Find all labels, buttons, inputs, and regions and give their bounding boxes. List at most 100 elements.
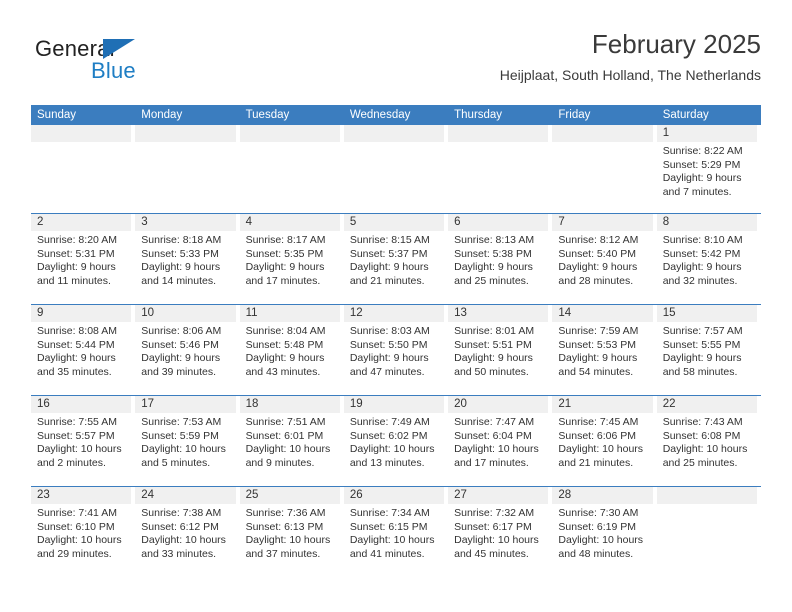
day-details: Sunrise: 8:08 AM Sunset: 5:44 PM Daylight:… bbox=[31, 322, 131, 379]
sunset-text: Sunset: 5:50 PM bbox=[349, 338, 428, 351]
calendar-day-cell[interactable]: 9 Sunrise: 8:08 AM Sunset: 5:44 PM Daylight… bbox=[31, 305, 135, 395]
calendar-day-cell[interactable]: 27 Sunrise: 7:32 AM Sunset: 6:17 PM Dayligh… bbox=[448, 487, 552, 577]
sunrise-text: Sunrise: 8:22 AM bbox=[662, 145, 743, 157]
generalblue-logo[interactable]: General Blue bbox=[31, 36, 241, 92]
daylight-text-line1: Daylight: 9 hours bbox=[141, 352, 221, 365]
sunset-text: Sunset: 5:35 PM bbox=[245, 247, 324, 260]
sunset-text: Sunset: 5:59 PM bbox=[141, 429, 219, 442]
calendar-day-cell[interactable]: 28 Sunrise: 7:30 AM Sunset: 6:19 PM Dayligh… bbox=[552, 487, 656, 577]
daylight-text-line1: Daylight: 10 hours bbox=[662, 443, 748, 456]
daylight-text-line1: Daylight: 9 hours bbox=[662, 352, 742, 365]
calendar-day-cell[interactable]: 2 Sunrise: 8:20 AM Sunset: 5:31 PM Daylight… bbox=[31, 214, 135, 304]
calendar-day-cell[interactable]: 3 Sunrise: 8:18 AM Sunset: 5:33 PM Daylight… bbox=[135, 214, 239, 304]
calendar-week-row: 9 Sunrise: 8:08 AM Sunset: 5:44 PM Daylight… bbox=[31, 304, 761, 395]
sunrise-text: Sunrise: 7:47 AM bbox=[454, 416, 535, 428]
calendar-day-cell[interactable]: 7 Sunrise: 8:12 AM Sunset: 5:40 PM Daylight… bbox=[552, 214, 656, 304]
calendar-body: 1 Sunrise: 8:22 AM Sunset: 5:29 PM Daylight… bbox=[31, 125, 761, 577]
daylight-text-line1: Daylight: 10 hours bbox=[454, 534, 539, 547]
sunset-text: Sunset: 6:17 PM bbox=[454, 520, 532, 533]
calendar-day-cell[interactable]: 4 Sunrise: 8:17 AM Sunset: 5:35 PM Daylight… bbox=[239, 214, 344, 304]
calendar-day-cell[interactable]: 16 Sunrise: 7:55 AM Sunset: 5:57 PM Dayligh… bbox=[31, 396, 135, 486]
day-number: 9 bbox=[31, 305, 132, 322]
calendar-day-cell[interactable]: 14 Sunrise: 7:59 AM Sunset: 5:53 PM Dayligh… bbox=[552, 305, 656, 395]
day-details: Sunrise: 8:17 AM Sunset: 5:35 PM Daylight:… bbox=[240, 231, 340, 288]
calendar-day-cell[interactable]: 5 Sunrise: 8:15 AM Sunset: 5:37 PM Daylight… bbox=[343, 214, 448, 304]
calendar-day-cell[interactable]: 23 Sunrise: 7:41 AM Sunset: 6:10 PM Dayligh… bbox=[31, 487, 135, 577]
sunset-text: Sunset: 5:53 PM bbox=[558, 338, 637, 351]
page-subtitle: Heijplaat, South Holland, The Netherland… bbox=[499, 67, 761, 83]
logo-text-blue: Blue bbox=[91, 58, 136, 83]
day-details bbox=[448, 142, 548, 145]
day-number bbox=[343, 125, 445, 142]
calendar-day-cell[interactable]: 19 Sunrise: 7:49 AM Sunset: 6:02 PM Dayligh… bbox=[343, 396, 448, 486]
daylight-text-line2: and 32 minutes. bbox=[662, 274, 738, 287]
calendar-day-cell[interactable]: 18 Sunrise: 7:51 AM Sunset: 6:01 PM Dayligh… bbox=[239, 396, 344, 486]
sunset-text: Sunset: 5:48 PM bbox=[245, 338, 324, 351]
calendar-day-cell[interactable]: 24 Sunrise: 7:38 AM Sunset: 6:12 PM Dayligh… bbox=[135, 487, 239, 577]
sunrise-text: Sunrise: 7:53 AM bbox=[141, 416, 222, 428]
sunrise-text: Sunrise: 8:15 AM bbox=[349, 234, 430, 246]
calendar-day-cell[interactable]: 21 Sunrise: 7:45 AM Sunset: 6:06 PM Dayligh… bbox=[552, 396, 656, 486]
sunset-text: Sunset: 5:29 PM bbox=[662, 158, 741, 171]
daylight-text-line2: and 29 minutes. bbox=[37, 547, 112, 560]
sunset-text: Sunset: 5:31 PM bbox=[37, 247, 115, 260]
calendar-day-cell[interactable]: 6 Sunrise: 8:13 AM Sunset: 5:38 PM Daylight… bbox=[448, 214, 552, 304]
sunset-text: Sunset: 5:40 PM bbox=[558, 247, 637, 260]
calendar-day-cell-empty bbox=[239, 125, 344, 213]
calendar-day-cell[interactable]: 20 Sunrise: 7:47 AM Sunset: 6:04 PM Dayligh… bbox=[448, 396, 552, 486]
daylight-text-line1: Daylight: 10 hours bbox=[37, 443, 122, 456]
day-number: 17 bbox=[135, 396, 236, 413]
calendar-day-cell-empty bbox=[135, 125, 239, 213]
daylight-text-line2: and 39 minutes. bbox=[141, 365, 216, 378]
calendar-day-cell[interactable]: 25 Sunrise: 7:36 AM Sunset: 6:13 PM Dayligh… bbox=[239, 487, 344, 577]
sunset-text: Sunset: 6:10 PM bbox=[37, 520, 115, 533]
sunset-text: Sunset: 5:57 PM bbox=[37, 429, 115, 442]
day-number: 16 bbox=[31, 396, 132, 413]
day-number bbox=[135, 125, 236, 142]
daylight-text-line1: Daylight: 9 hours bbox=[349, 352, 429, 365]
day-number bbox=[448, 125, 549, 142]
calendar-day-cell[interactable]: 10 Sunrise: 8:06 AM Sunset: 5:46 PM Dayligh… bbox=[135, 305, 239, 395]
calendar-week-row: 16 Sunrise: 7:55 AM Sunset: 5:57 PM Dayligh… bbox=[31, 395, 761, 486]
sunset-text: Sunset: 6:06 PM bbox=[558, 429, 637, 442]
calendar-day-cell[interactable]: 22 Sunrise: 7:43 AM Sunset: 6:08 PM Dayligh… bbox=[656, 396, 761, 486]
calendar-day-cell-empty bbox=[31, 125, 135, 213]
day-number: 23 bbox=[31, 487, 132, 504]
sunset-text: Sunset: 6:02 PM bbox=[349, 429, 428, 442]
sunset-text: Sunset: 5:55 PM bbox=[662, 338, 741, 351]
sunrise-text: Sunrise: 8:13 AM bbox=[454, 234, 535, 246]
calendar-day-cell[interactable]: 15 Sunrise: 7:57 AM Sunset: 5:55 PM Dayligh… bbox=[656, 305, 761, 395]
calendar-day-cell-empty bbox=[656, 487, 761, 577]
daylight-text-line1: Daylight: 10 hours bbox=[349, 443, 435, 456]
sunset-text: Sunset: 6:15 PM bbox=[349, 520, 428, 533]
daylight-text-line1: Daylight: 10 hours bbox=[558, 534, 644, 547]
daylight-text-line2: and 41 minutes. bbox=[349, 547, 425, 560]
calendar-day-cell[interactable]: 12 Sunrise: 8:03 AM Sunset: 5:50 PM Dayligh… bbox=[343, 305, 448, 395]
calendar-day-cell[interactable]: 11 Sunrise: 8:04 AM Sunset: 5:48 PM Dayligh… bbox=[239, 305, 344, 395]
calendar-day-cell[interactable]: 13 Sunrise: 8:01 AM Sunset: 5:51 PM Dayligh… bbox=[448, 305, 552, 395]
day-details: Sunrise: 8:03 AM Sunset: 5:50 PM Daylight:… bbox=[344, 322, 444, 379]
day-number: 27 bbox=[448, 487, 549, 504]
day-details: Sunrise: 8:01 AM Sunset: 5:51 PM Daylight:… bbox=[448, 322, 548, 379]
calendar-day-cell[interactable]: 8 Sunrise: 8:10 AM Sunset: 5:42 PM Daylight… bbox=[656, 214, 761, 304]
sunrise-text: Sunrise: 8:06 AM bbox=[141, 325, 222, 337]
day-details: Sunrise: 7:41 AM Sunset: 6:10 PM Daylight:… bbox=[31, 504, 131, 561]
daylight-text-line2: and 14 minutes. bbox=[141, 274, 216, 287]
daylight-text-line2: and 43 minutes. bbox=[245, 365, 321, 378]
day-details: Sunrise: 7:57 AM Sunset: 5:55 PM Daylight:… bbox=[657, 322, 757, 379]
daylight-text-line2: and 7 minutes. bbox=[662, 185, 732, 198]
day-details: Sunrise: 8:22 AM Sunset: 5:29 PM Daylight:… bbox=[657, 142, 757, 199]
day-number bbox=[656, 487, 757, 504]
daylight-text-line1: Daylight: 10 hours bbox=[37, 534, 122, 547]
calendar-day-cell[interactable]: 17 Sunrise: 7:53 AM Sunset: 5:59 PM Dayligh… bbox=[135, 396, 239, 486]
day-number: 26 bbox=[343, 487, 445, 504]
sunrise-text: Sunrise: 7:59 AM bbox=[558, 325, 639, 337]
daylight-text-line1: Daylight: 9 hours bbox=[37, 261, 116, 274]
calendar-day-cell[interactable]: 1 Sunrise: 8:22 AM Sunset: 5:29 PM Daylight… bbox=[656, 125, 761, 213]
day-details: Sunrise: 7:55 AM Sunset: 5:57 PM Daylight:… bbox=[31, 413, 131, 470]
daylight-text-line2: and 35 minutes. bbox=[37, 365, 112, 378]
daylight-text-line2: and 2 minutes. bbox=[37, 456, 106, 469]
daylight-text-line2: and 17 minutes. bbox=[245, 274, 321, 287]
daylight-text-line2: and 17 minutes. bbox=[454, 456, 529, 469]
calendar-day-cell[interactable]: 26 Sunrise: 7:34 AM Sunset: 6:15 PM Dayligh… bbox=[343, 487, 448, 577]
